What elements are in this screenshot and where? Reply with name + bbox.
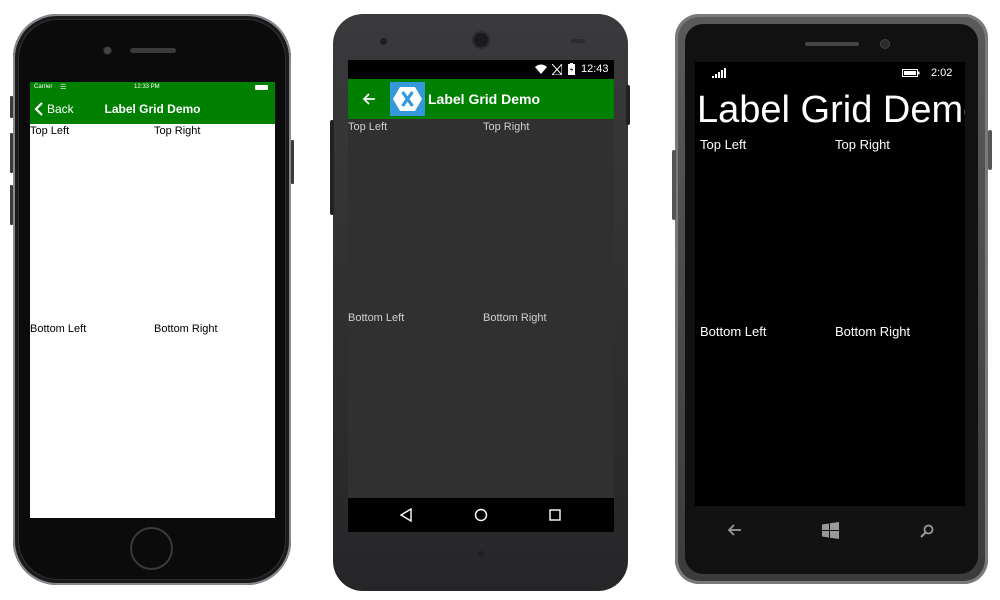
- label-bottom-right: Bottom Right: [483, 312, 547, 324]
- page-title: Label Grid Demo: [697, 89, 965, 131]
- status-time: 12:33 PM: [134, 84, 160, 90]
- status-time: 12:43: [581, 63, 609, 75]
- label-top-right: Top Right: [154, 125, 201, 137]
- ios-navigation-bar: Back Label Grid Demo: [30, 93, 275, 124]
- home-circle-icon[interactable]: [474, 508, 488, 522]
- status-time: 2:02: [931, 67, 953, 79]
- android-action-bar: Label Grid Demo: [348, 79, 614, 119]
- power-button: [291, 140, 294, 184]
- winphone-power-button: [988, 130, 992, 170]
- ios-status-bar: Carrier ☰ 12:33 PM: [30, 82, 275, 93]
- android-screen: 12:43 Label Grid Demo Top Left Top Right…: [348, 60, 614, 532]
- home-button[interactable]: [130, 527, 173, 570]
- battery-icon: [255, 85, 268, 90]
- back-arrow-icon[interactable]: [728, 524, 742, 536]
- label-bottom-right: Bottom Right: [835, 324, 911, 339]
- windows-logo-icon[interactable]: [822, 522, 839, 539]
- battery-icon: [902, 69, 920, 77]
- signal-icon: [552, 64, 562, 75]
- label-bottom-left: Bottom Left: [348, 312, 405, 324]
- android-bottom-speaker: [478, 551, 484, 557]
- battery-icon: [568, 63, 575, 75]
- ios-screen: Carrier ☰ 12:33 PM Back Label Grid Demo …: [30, 82, 275, 518]
- wifi-icon: [535, 64, 547, 74]
- search-icon[interactable]: [920, 524, 934, 538]
- label-bottom-left: Bottom Left: [30, 323, 87, 335]
- winphone-hardware-buttons: [695, 506, 965, 558]
- winphone-volume-button: [672, 150, 676, 220]
- mute-switch: [10, 96, 13, 118]
- winphone-screen: 2:02 Label Grid Demo Top Left Top Right …: [695, 62, 965, 506]
- back-triangle-icon[interactable]: [399, 508, 413, 522]
- label-top-right: Top Right: [835, 137, 890, 152]
- label-bottom-right: Bottom Right: [154, 323, 218, 335]
- android-status-bar: 12:43: [348, 60, 614, 79]
- back-arrow-icon[interactable]: [362, 92, 376, 106]
- winphone-front-camera: [881, 40, 889, 48]
- action-bar-title: Label Grid Demo: [428, 91, 541, 107]
- android-earpiece: [571, 39, 585, 43]
- android-sensor: [380, 38, 387, 45]
- android-front-camera: [474, 33, 488, 47]
- nav-title: Label Grid Demo: [104, 102, 201, 116]
- earpiece-speaker: [130, 48, 176, 53]
- wifi-icon: ☰: [60, 84, 67, 91]
- recents-square-icon[interactable]: [548, 508, 562, 522]
- label-top-left: Top Left: [30, 125, 70, 137]
- label-top-left: Top Left: [348, 121, 388, 133]
- android-volume-button: [330, 120, 334, 215]
- carrier-label: Carrier: [34, 84, 53, 90]
- volume-up-button: [10, 133, 13, 173]
- xamarin-logo: [390, 82, 425, 116]
- label-bottom-left: Bottom Left: [700, 324, 767, 339]
- volume-down-button: [10, 185, 13, 225]
- winphone-earpiece: [805, 42, 859, 46]
- label-top-left: Top Left: [700, 137, 747, 152]
- label-top-right: Top Right: [483, 121, 530, 133]
- android-navigation-bar: [348, 498, 614, 532]
- front-camera: [104, 47, 111, 54]
- signal-strength-icon: [712, 68, 726, 78]
- android-power-button: [626, 85, 630, 125]
